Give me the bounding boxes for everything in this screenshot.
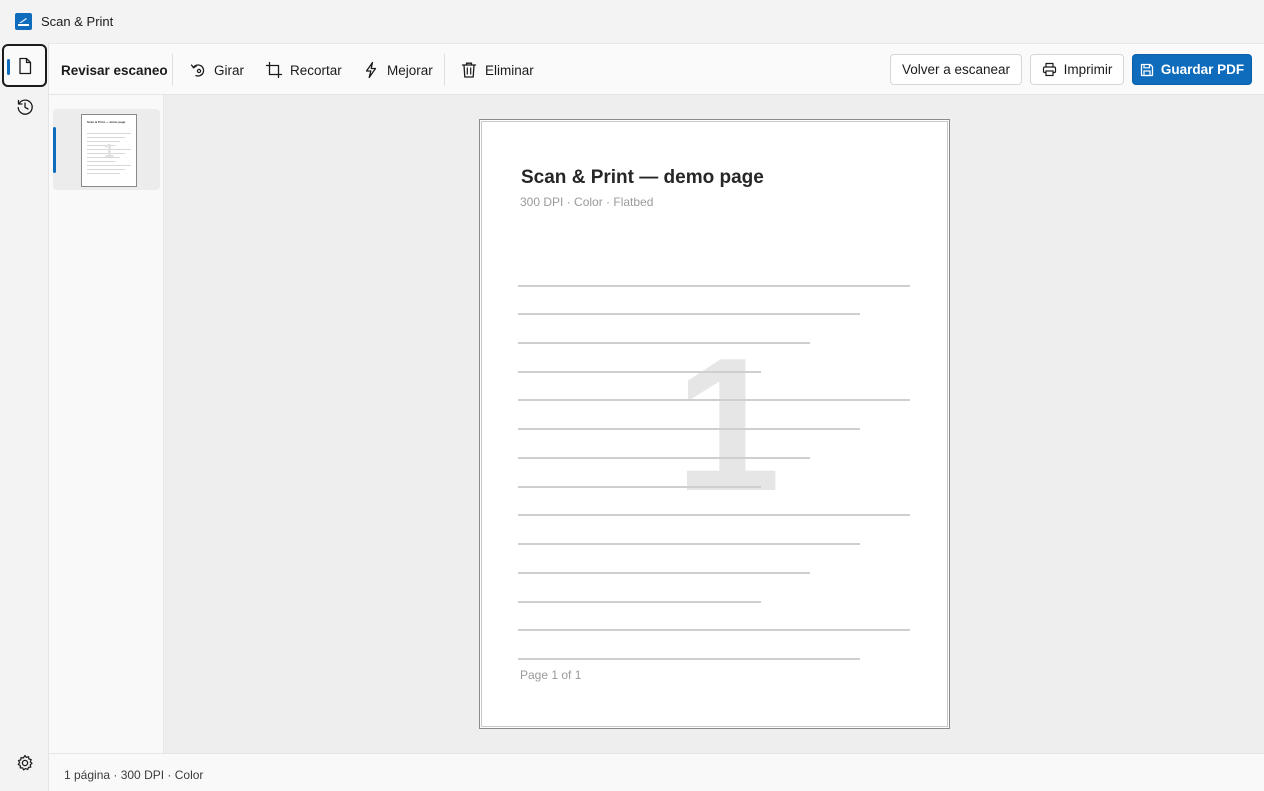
crop-button[interactable]: Recortar <box>261 56 346 84</box>
text-line <box>518 457 810 459</box>
scanner-icon <box>15 13 32 30</box>
text-line <box>518 514 910 516</box>
preview-canvas: 1 Scan & Print — demo page 300 DPI · Col… <box>164 95 1264 753</box>
thumbnail-line <box>87 169 125 170</box>
text-line <box>518 658 860 660</box>
status-bar: 1 página · 300 DPI · Color <box>49 753 1264 791</box>
text-line <box>518 342 810 344</box>
rescan-button[interactable]: Volver a escanear <box>890 54 1022 85</box>
text-line <box>518 285 910 287</box>
nav-rail <box>0 43 49 791</box>
delete-label: Eliminar <box>485 62 534 78</box>
page-thumbnail[interactable]: Scan & Print — demo page 1 <box>81 114 137 187</box>
toolbar-divider <box>172 54 173 86</box>
save-pdf-button[interactable]: Guardar PDF <box>1132 54 1252 85</box>
rail-review-button[interactable] <box>2 44 47 87</box>
text-line <box>518 601 761 603</box>
section-title: Revisar escaneo <box>61 63 168 78</box>
page-footer: Page 1 of 1 <box>520 668 582 682</box>
text-line <box>518 629 910 631</box>
toolbar: Revisar escaneo Girar Recortar Mejorar E… <box>49 43 1264 95</box>
lightning-icon <box>365 61 377 79</box>
page-subtitle: 300 DPI · Color · Flatbed <box>520 195 654 209</box>
print-button[interactable]: Imprimir <box>1030 54 1124 85</box>
crop-label: Recortar <box>290 62 342 78</box>
rotate-label: Girar <box>214 62 244 78</box>
thumbnail-line <box>87 173 120 174</box>
page-title: Scan & Print — demo page <box>521 167 764 188</box>
page-watermark-number: 1 <box>675 319 781 531</box>
thumbnail-line <box>87 137 125 138</box>
text-line <box>518 486 761 488</box>
enhance-label: Mejorar <box>387 62 433 78</box>
thumbnail-line <box>87 165 131 166</box>
title-bar: Scan & Print <box>0 0 1264 43</box>
thumbnail-selection-indicator <box>53 127 56 173</box>
status-text: 1 página · 300 DPI · Color <box>64 768 204 782</box>
history-icon <box>17 99 33 115</box>
text-line <box>518 428 860 430</box>
gear-icon <box>17 754 33 770</box>
thumbnail-page-number: 1 <box>104 141 115 161</box>
trash-icon <box>461 62 477 78</box>
document-icon <box>18 57 31 74</box>
toolbar-divider <box>444 54 445 86</box>
thumbnail-title: Scan & Print — demo page <box>87 120 126 124</box>
rail-settings-button[interactable] <box>2 741 47 784</box>
rescan-label: Volver a escanear <box>901 62 1011 77</box>
text-line <box>518 313 860 315</box>
delete-button[interactable]: Eliminar <box>456 56 538 84</box>
rotate-icon <box>190 64 205 77</box>
text-line <box>518 543 860 545</box>
text-line <box>518 572 810 574</box>
crop-icon <box>265 61 283 79</box>
rail-selection-indicator <box>7 59 10 75</box>
app-title: Scan & Print <box>41 14 114 29</box>
text-line <box>518 399 910 401</box>
scanned-page: 1 Scan & Print — demo page 300 DPI · Col… <box>479 119 950 729</box>
rail-history-button[interactable] <box>2 85 47 128</box>
print-label: Imprimir <box>1063 62 1113 77</box>
save-pdf-label: Guardar PDF <box>1160 62 1245 77</box>
rotate-button[interactable]: Girar <box>185 56 248 84</box>
thumbnail-line <box>87 133 131 134</box>
printer-icon <box>1042 62 1056 77</box>
enhance-button[interactable]: Mejorar <box>358 56 437 84</box>
thumbnail-panel: Scan & Print — demo page 1 <box>49 95 164 753</box>
text-line <box>518 371 761 373</box>
save-icon <box>1140 63 1154 76</box>
